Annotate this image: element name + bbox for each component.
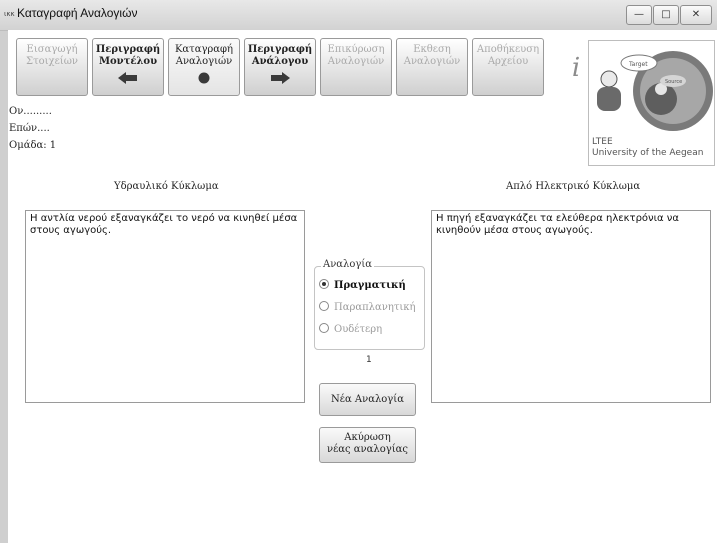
radio-neutral[interactable]: Ουδέτερη [319,323,382,335]
dot-icon [169,71,239,88]
analogy-group-legend: Αναλογία [321,259,375,270]
tab-label: Περιγραφή Μοντέλου [95,44,161,67]
radio-selected-icon [319,279,329,289]
maximize-icon: □ [661,9,671,20]
window-title: Καταγραφή Αναλογιών [17,6,138,20]
arrow-right-icon [245,71,315,88]
target-description-textarea[interactable]: Η πηγή εξαναγκάζει τα ελεύθερα ηλεκτρόνι… [431,210,711,403]
main-content: Εισαγωγή Στοιχείων Περιγραφή Μοντέλου Κατα… [8,30,717,543]
close-button[interactable]: ✕ [680,5,712,25]
info-icon[interactable]: i [561,50,591,86]
left-panel-title: Υδραυλικό Κύκλωμα [114,181,219,192]
minimize-button[interactable]: — [626,5,652,25]
logo-caption: LTEE University of the Aegean [592,137,704,158]
tab-label: Αποθήκευση Αρχείου [476,44,540,67]
right-panel-title: Απλό Ηλεκτρικό Κύκλωμα [506,181,641,192]
app-icon: ικκ [4,10,15,18]
cancel-new-analogy-button[interactable]: Ακύρωση νέας αναλογίας [319,427,416,463]
logo-bubble-text: Target [628,61,648,68]
application-window: ικκ Καταγραφή Αναλογιών — □ ✕ Εισαγωγή Στ… [0,0,717,543]
analogy-type-group: Αναλογία Πραγματική Παραπλανητική Ουδέτε… [314,259,425,350]
tab-validate-analogies[interactable]: Επικύρωση Αναλογιών [320,38,392,96]
tab-analog-description[interactable]: Περιγραφή Ανάλογου [244,38,316,96]
tab-label: Εκθεση Αναλογιών [403,44,461,67]
group-label: Ομάδα: 1 [9,140,57,151]
tab-label: Επικύρωση Αναλογιών [327,44,385,67]
ltee-logo: Target Source LTEE University of the Aege… [588,40,715,166]
title-bar[interactable]: ικκ Καταγραφή Αναλογιών — □ ✕ [0,0,717,31]
tab-analogy-report[interactable]: Εκθεση Αναλογιών [396,38,468,96]
source-description-textarea[interactable]: Η αντλία νερού εξαναγκάζει το νερό να κι… [25,210,305,403]
tab-model-description[interactable]: Περιγραφή Μοντέλου [92,38,164,96]
new-analogy-button[interactable]: Νέα Αναλογία [319,383,416,416]
tab-label: Εισαγωγή Στοιχείων [26,44,78,67]
radio-real[interactable]: Πραγματική [319,279,406,291]
arrow-left-icon [93,71,163,88]
radio-unselected-icon [319,323,329,333]
tab-label: Περιγραφή Ανάλογου [247,44,313,67]
maximize-button[interactable]: □ [653,5,679,25]
minimize-icon: — [634,9,644,20]
student-name: Ον......... [9,106,52,117]
tab-data-entry[interactable]: Εισαγωγή Στοιχείων [16,38,88,96]
analogy-counter: 1 [366,355,372,365]
student-surname: Επών.... [9,123,50,134]
radio-misleading[interactable]: Παραπλανητική [319,301,416,313]
logo-graphic: Target Source [597,51,713,131]
logo-bubble-text: Source [665,79,682,85]
radio-unselected-icon [319,301,329,311]
close-icon: ✕ [691,9,701,20]
tab-label: Καταγραφή Αναλογιών [174,44,234,67]
tab-save-file[interactable]: Αποθήκευση Αρχείου [472,38,544,96]
tab-record-analogies[interactable]: Καταγραφή Αναλογιών [168,38,240,96]
wizard-steps: Εισαγωγή Στοιχείων Περιγραφή Μοντέλου Κατα… [16,38,593,96]
